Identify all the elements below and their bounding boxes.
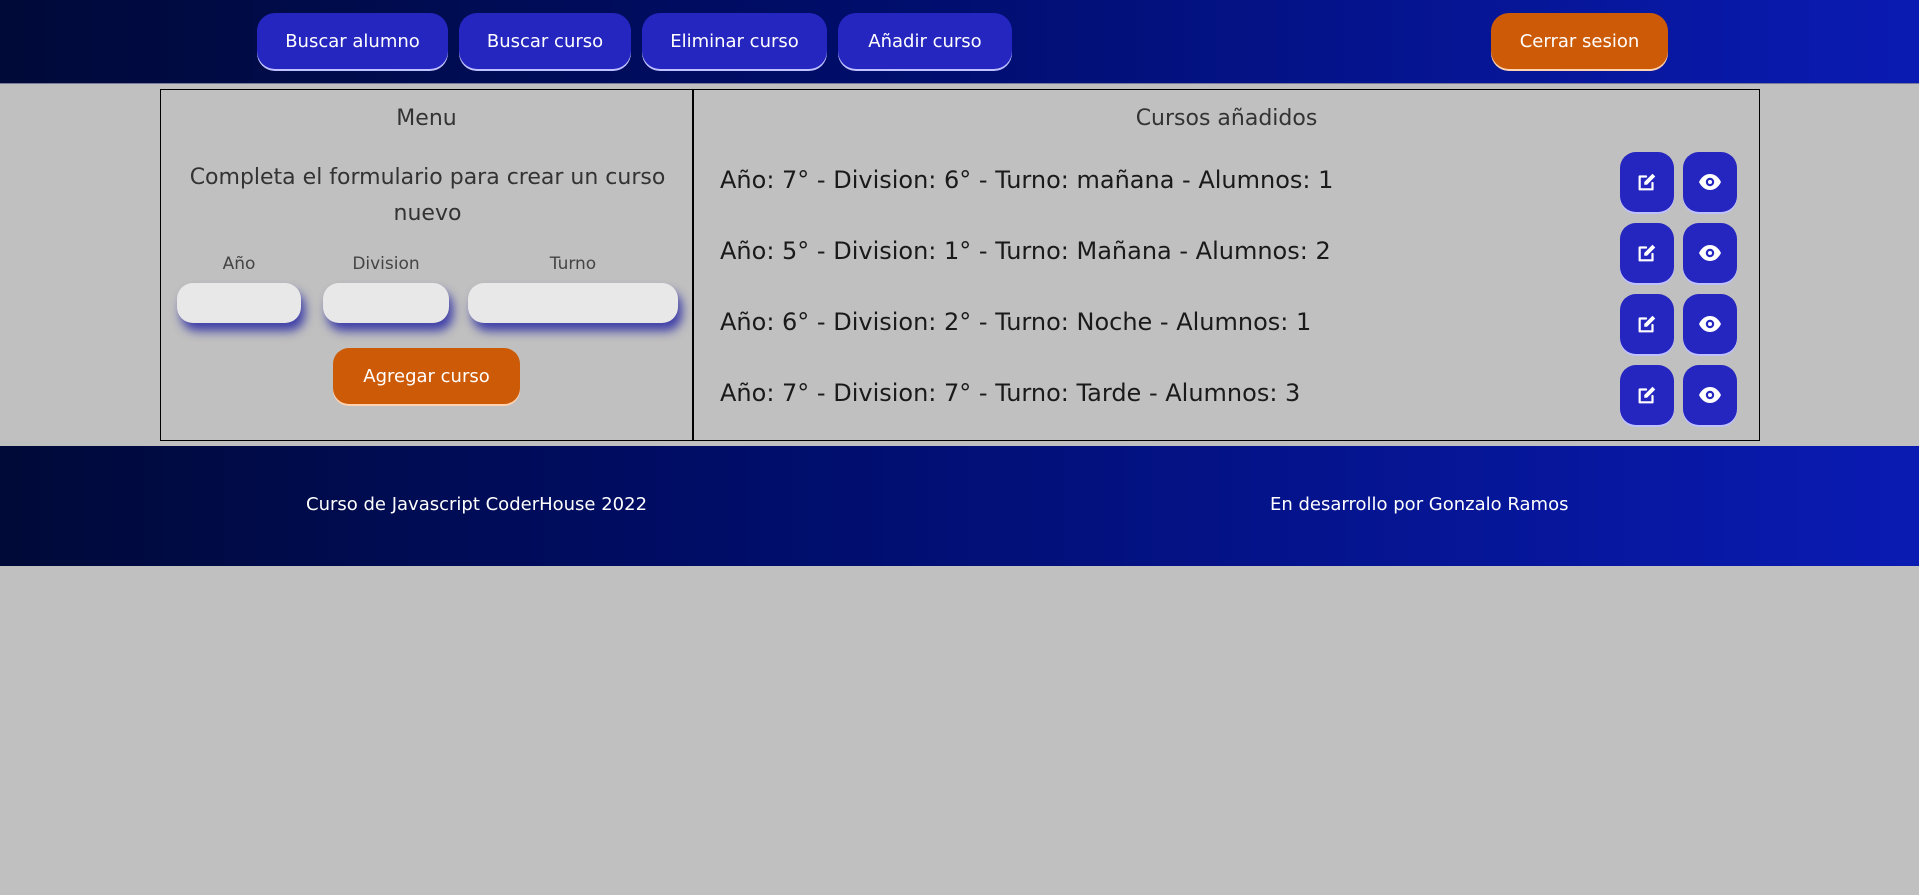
add-course-nav-button[interactable]: Añadir curso — [838, 13, 1012, 69]
eye-icon — [1699, 316, 1721, 332]
course-form-panel: Menu Completa el formulario para crear u… — [161, 90, 694, 440]
courses-panel: Cursos añadidos Año: 7° - Division: 6° -… — [694, 90, 1759, 440]
course-row: Año: 7° - Division: 7° - Turno: Tarde - … — [720, 365, 1760, 425]
footer: Curso de Javascript CoderHouse 2022 En d… — [0, 446, 1919, 566]
edit-course-button[interactable] — [1620, 294, 1674, 354]
search-student-button[interactable]: Buscar alumno — [257, 13, 448, 69]
course-info: Año: 6° - Division: 2° - Turno: Noche - … — [720, 308, 1312, 336]
division-input[interactable] — [323, 283, 449, 323]
edit-icon — [1638, 386, 1656, 404]
course-info: Año: 5° - Division: 1° - Turno: Mañana -… — [720, 237, 1331, 265]
top-navbar: Buscar alumno Buscar curso Eliminar curs… — [0, 0, 1919, 84]
view-course-button[interactable] — [1683, 152, 1737, 212]
view-course-button[interactable] — [1683, 365, 1737, 425]
edit-course-button[interactable] — [1620, 152, 1674, 212]
courses-title: Cursos añadidos — [1135, 106, 1318, 131]
menu-title: Menu — [396, 106, 457, 131]
footer-course-credit: Curso de Javascript CoderHouse 2022 — [306, 494, 648, 515]
view-course-button[interactable] — [1683, 223, 1737, 283]
edit-icon — [1638, 173, 1656, 191]
year-input[interactable] — [177, 283, 301, 323]
course-row: Año: 6° - Division: 2° - Turno: Noche - … — [720, 294, 1760, 354]
year-label: Año — [222, 254, 256, 274]
delete-course-button[interactable]: Eliminar curso — [642, 13, 827, 69]
footer-author-credit: En desarrollo por Gonzalo Ramos — [1270, 494, 1569, 515]
division-label: Division — [352, 254, 420, 274]
main-content: Menu Completa el formulario para crear u… — [160, 89, 1760, 441]
shift-label: Turno — [549, 254, 597, 274]
edit-course-button[interactable] — [1620, 223, 1674, 283]
form-description: Completa el formulario para crear un cur… — [189, 165, 666, 226]
eye-icon — [1699, 387, 1721, 403]
shift-input[interactable] — [468, 283, 678, 323]
eye-icon — [1699, 174, 1721, 190]
logout-button[interactable]: Cerrar sesion — [1491, 13, 1668, 69]
course-row: Año: 7° - Division: 6° - Turno: mañana -… — [720, 152, 1760, 212]
view-course-button[interactable] — [1683, 294, 1737, 354]
course-info: Año: 7° - Division: 7° - Turno: Tarde - … — [720, 379, 1301, 407]
course-row: Año: 5° - Division: 1° - Turno: Mañana -… — [720, 223, 1760, 283]
search-course-button[interactable]: Buscar curso — [459, 13, 631, 69]
add-course-button[interactable]: Agregar curso — [333, 348, 520, 404]
edit-course-button[interactable] — [1620, 365, 1674, 425]
edit-icon — [1638, 315, 1656, 333]
eye-icon — [1699, 245, 1721, 261]
course-info: Año: 7° - Division: 6° - Turno: mañana -… — [720, 166, 1334, 194]
edit-icon — [1638, 244, 1656, 262]
